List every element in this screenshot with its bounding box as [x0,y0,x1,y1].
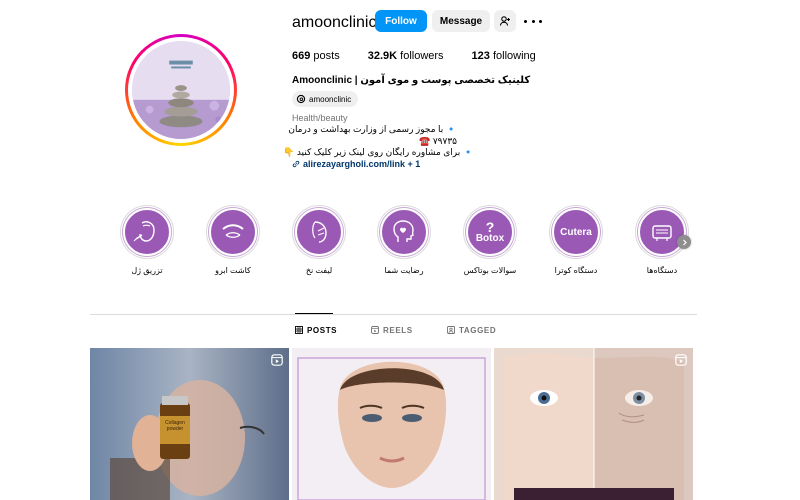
grid-icon [295,326,303,334]
reels-icon [371,326,379,334]
device-icon [652,225,672,241]
tab-posts[interactable]: POSTS [295,318,337,342]
highlight-label: تزریق ژل [131,266,163,275]
profile-username: amoonclinic [292,14,377,31]
highlight-label: سوالات بوتاکس [463,266,517,275]
cutera-logo-text: Cutera [560,226,592,238]
highlight-item[interactable]: Cutera دستگاه کوترا [545,205,607,275]
threads-badge[interactable]: amoonclinic [292,91,359,107]
botox-text: Botox [475,232,505,244]
thread-lift-icon [312,221,327,243]
bio-line: 🔹 برای مشاوره رایگان روی لینک زیر کلیک ک… [283,147,474,157]
reel-icon [675,354,687,366]
post-thumbnail[interactable] [494,348,693,500]
add-person-icon [499,16,510,26]
following-count[interactable]: 123 following [472,50,536,62]
active-tab-indicator [295,313,333,314]
posts-count[interactable]: 669 posts [292,50,340,62]
tab-tagged[interactable]: TAGGED [447,318,496,342]
threads-icon [296,94,306,104]
highlight-item[interactable]: ? Botox سوالات بوتاکس [459,205,521,275]
highlights-next-button[interactable] [677,235,691,249]
profile-category: Health/beauty [292,113,348,123]
vial-label: Collagen powder [165,420,185,432]
bio-link[interactable]: alirezayargholi.com/link + 1 [292,159,420,169]
profile-display-name: Amoonclinic | کلینیک تخصصی پوست و موی آم… [292,75,531,86]
more-options-icon[interactable] [524,13,542,29]
tabs-divider [90,314,697,315]
chevron-right-icon [682,239,687,245]
followers-count[interactable]: 32.9K followers [368,50,444,62]
highlight-item[interactable]: لیفت نخ [288,205,350,275]
profile-stats: 669 posts 32.9K followers 123 following [292,50,564,62]
highlight-label: دستگاه‌ها [646,266,678,275]
highlight-item[interactable]: تزریق ژل [116,205,178,275]
tagged-icon [447,326,455,334]
profile-avatar-ring[interactable] [125,34,237,146]
bio-line: ☎️ ۷۹۷۳۵ [419,136,457,146]
link-icon [292,160,300,168]
tab-reels[interactable]: REELS [371,318,413,342]
avatar [132,41,230,139]
bio-line: 🔹 با مجوز رسمی از وزارت بهداشت و درمان [288,124,457,134]
highlight-item[interactable]: کاشت ابرو [202,205,264,275]
question-mark-icon: ? [485,218,495,235]
eyebrow-icon [222,224,244,238]
highlight-label: لیفت نخ [305,266,333,275]
highlight-label: رضایت شما [384,266,424,275]
head-heart-icon [393,220,414,242]
reel-icon [271,354,283,366]
post-thumbnail[interactable] [292,348,491,500]
highlight-item[interactable]: رضایت شما [373,205,435,275]
highlight-label: کاشت ابرو [215,266,251,275]
follow-button[interactable]: Follow [375,10,427,32]
face-injection-icon [133,221,155,242]
highlight-label: دستگاه کوترا [554,266,598,275]
post-thumbnail[interactable]: Collagen powder [90,348,289,500]
suggested-accounts-button[interactable] [494,10,516,32]
message-button[interactable]: Message [432,10,490,32]
